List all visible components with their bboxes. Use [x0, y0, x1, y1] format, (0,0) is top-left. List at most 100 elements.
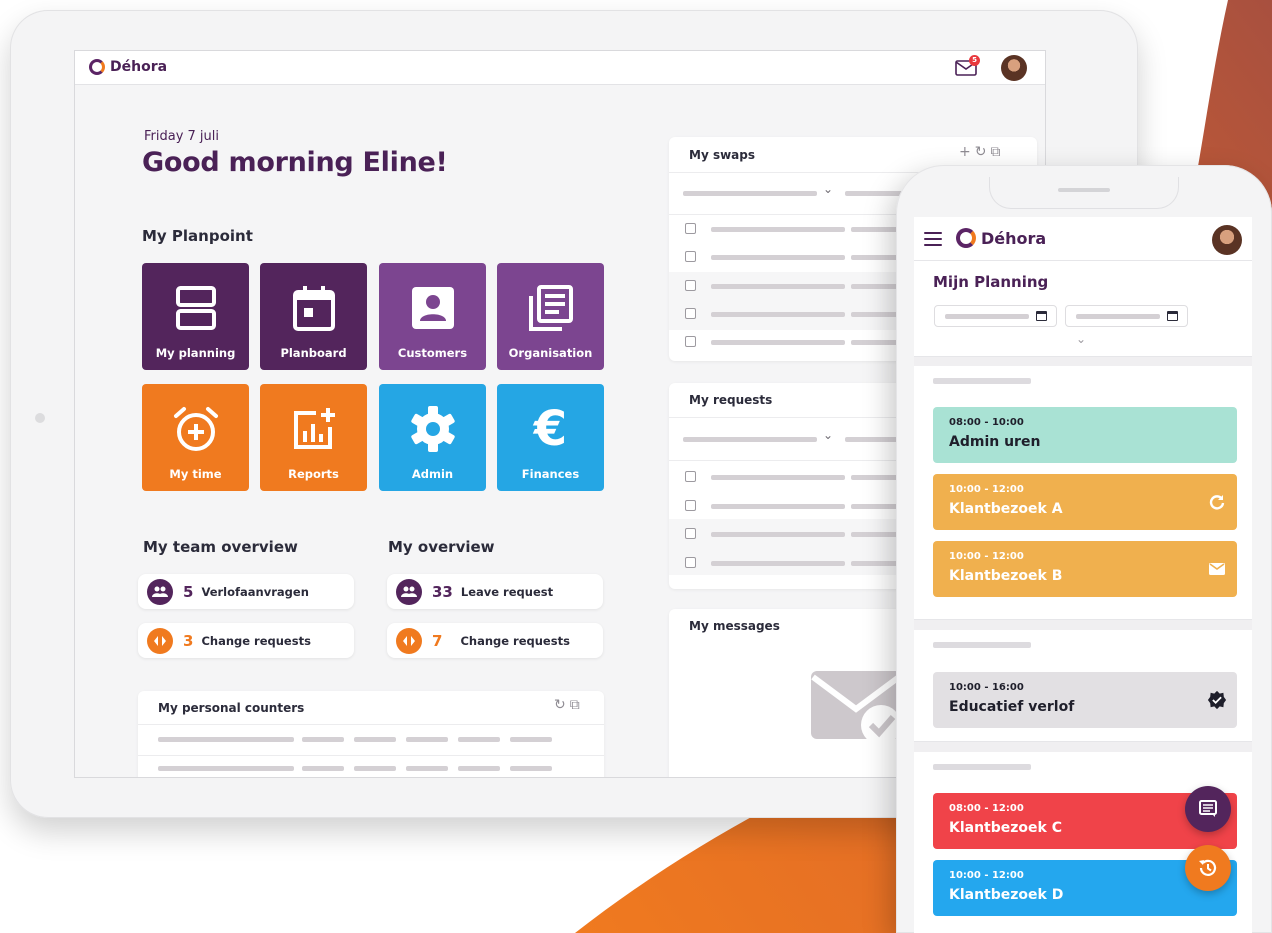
avatar[interactable] [1001, 55, 1027, 81]
event-card[interactable]: 10:00 - 16:00 Educatief verlof [933, 672, 1237, 728]
current-date: Friday 7 juli [144, 129, 220, 144]
tile-label: Planboard [280, 346, 347, 360]
history-icon [1199, 859, 1217, 876]
add-icon[interactable]: + [959, 144, 975, 160]
tile-finances[interactable]: € Finances [497, 384, 604, 491]
phone-notch [989, 177, 1179, 209]
dehora-logo[interactable]: Déhora [956, 228, 1046, 248]
count: 33 [432, 582, 453, 601]
my-overview-heading: My overview [388, 538, 495, 556]
my-change-requests[interactable]: 7 Change requests [387, 623, 603, 658]
chevron-down-icon[interactable]: ⌄ [1076, 332, 1086, 346]
day-label-placeholder [933, 642, 1031, 648]
people-icon [396, 578, 422, 605]
mail-icon [1207, 559, 1227, 579]
tile-reports[interactable]: Reports [260, 384, 367, 491]
external-link-icon[interactable]: ⧉ [570, 697, 584, 713]
event-time: 10:00 - 12:00 [949, 870, 1024, 881]
pill-label: Change requests [460, 633, 570, 648]
event-card[interactable]: 10:00 - 12:00 Klantbezoek A [933, 474, 1237, 530]
phone-top-bar: Déhora [914, 217, 1252, 261]
contact-card-icon [411, 287, 454, 329]
event-name: Educatief verlof [949, 699, 1075, 715]
brand-name: Déhora [110, 59, 168, 75]
refresh-icon[interactable]: ↻ [554, 697, 570, 713]
event-card[interactable]: 08:00 - 10:00 Admin uren [933, 407, 1237, 463]
event-name: Klantbezoek C [949, 820, 1062, 836]
end-date-field[interactable] [1065, 305, 1188, 327]
count: 3 [183, 631, 194, 650]
event-name: Klantbezoek A [949, 501, 1063, 517]
empty-mail-icon [811, 671, 901, 745]
tile-organisation[interactable]: Organisation [497, 263, 604, 370]
pill-label: Verlofaanvragen [201, 584, 309, 599]
event-time: 10:00 - 12:00 [949, 551, 1024, 562]
gear-icon [410, 406, 455, 452]
external-link-icon[interactable]: ⧉ [990, 144, 1004, 160]
documents-icon [528, 285, 573, 331]
team-leave-requests[interactable]: 5 Verlofaanvragen [138, 574, 354, 609]
phone-device: Déhora Mijn Planning ⌄ 08:00 - 10:00 Adm… [896, 165, 1272, 933]
tile-admin[interactable]: Admin [379, 384, 486, 491]
verified-badge-icon [1207, 690, 1227, 710]
people-icon [147, 578, 173, 605]
pill-label: Change requests [201, 633, 311, 648]
brand-name: Déhora [981, 228, 1047, 248]
tile-label: Reports [288, 467, 339, 481]
logo-ring-icon [89, 59, 105, 75]
menu-icon[interactable] [924, 232, 942, 246]
swap-icon [147, 627, 173, 654]
pill-label: Leave request [460, 584, 554, 599]
refresh-icon [1207, 492, 1227, 512]
team-overview-heading: My team overview [143, 538, 298, 556]
count: 7 [432, 631, 443, 650]
refresh-icon[interactable]: ↻ [975, 144, 991, 160]
history-button[interactable] [1185, 845, 1231, 891]
my-leave-request[interactable]: 33 Leave request [387, 574, 603, 609]
card-actions: +↻⧉ [959, 144, 1004, 160]
logo-ring-icon [956, 228, 976, 248]
calendar-icon [1036, 311, 1047, 321]
calendar-icon [292, 286, 335, 331]
tile-label: My planning [155, 346, 236, 360]
tile-my-time[interactable]: My time [142, 384, 249, 491]
phone-screen: Déhora Mijn Planning ⌄ 08:00 - 10:00 Adm… [914, 217, 1252, 933]
day-group: 10:00 - 16:00 Educatief verlof [914, 630, 1252, 742]
start-date-field[interactable] [934, 305, 1057, 327]
calendar-icon [1167, 311, 1178, 321]
count: 5 [183, 582, 194, 601]
top-bar: Déhora 5 [75, 51, 1045, 85]
chevron-down-icon[interactable]: ⌄ [823, 428, 833, 442]
chevron-down-icon[interactable]: ⌄ [823, 182, 833, 196]
avatar[interactable] [1212, 225, 1242, 255]
tile-label: Admin [411, 467, 454, 481]
tile-customers[interactable]: Customers [379, 263, 486, 370]
card-title: My messages [689, 619, 780, 633]
tablet-camera [35, 413, 45, 423]
phone-speaker [1058, 188, 1110, 192]
tile-label: Organisation [508, 346, 593, 360]
tile-my-planning[interactable]: My planning [142, 263, 249, 370]
card-actions: ↻⧉ [554, 697, 584, 713]
event-name: Admin uren [949, 434, 1041, 450]
notification-badge: 5 [969, 55, 980, 66]
card-title: My requests [689, 393, 773, 407]
chat-button[interactable] [1185, 786, 1231, 832]
planning-header: Mijn Planning ⌄ [914, 261, 1252, 357]
alarm-clock-icon [173, 407, 218, 451]
tile-label: Customers [397, 346, 468, 360]
team-change-requests[interactable]: 3 Change requests [138, 623, 354, 658]
event-card[interactable]: 10:00 - 12:00 Klantbezoek B [933, 541, 1237, 597]
card-title: My personal counters [158, 701, 305, 715]
event-name: Klantbezoek B [949, 568, 1063, 584]
tile-planboard[interactable]: Planboard [260, 263, 367, 370]
personal-counters-card: My personal counters ↻⧉ [138, 691, 604, 777]
chart-add-icon [293, 408, 335, 449]
euro-icon: € [533, 401, 568, 457]
greeting: Good morning Eline! [142, 147, 448, 178]
event-time: 10:00 - 12:00 [949, 484, 1024, 495]
day-group: 08:00 - 12:00 Klantbezoek C 10:00 - 12:0… [914, 752, 1252, 933]
event-name: Klantbezoek D [949, 887, 1064, 903]
dehora-logo[interactable]: Déhora [89, 59, 167, 75]
event-time: 08:00 - 10:00 [949, 417, 1024, 428]
